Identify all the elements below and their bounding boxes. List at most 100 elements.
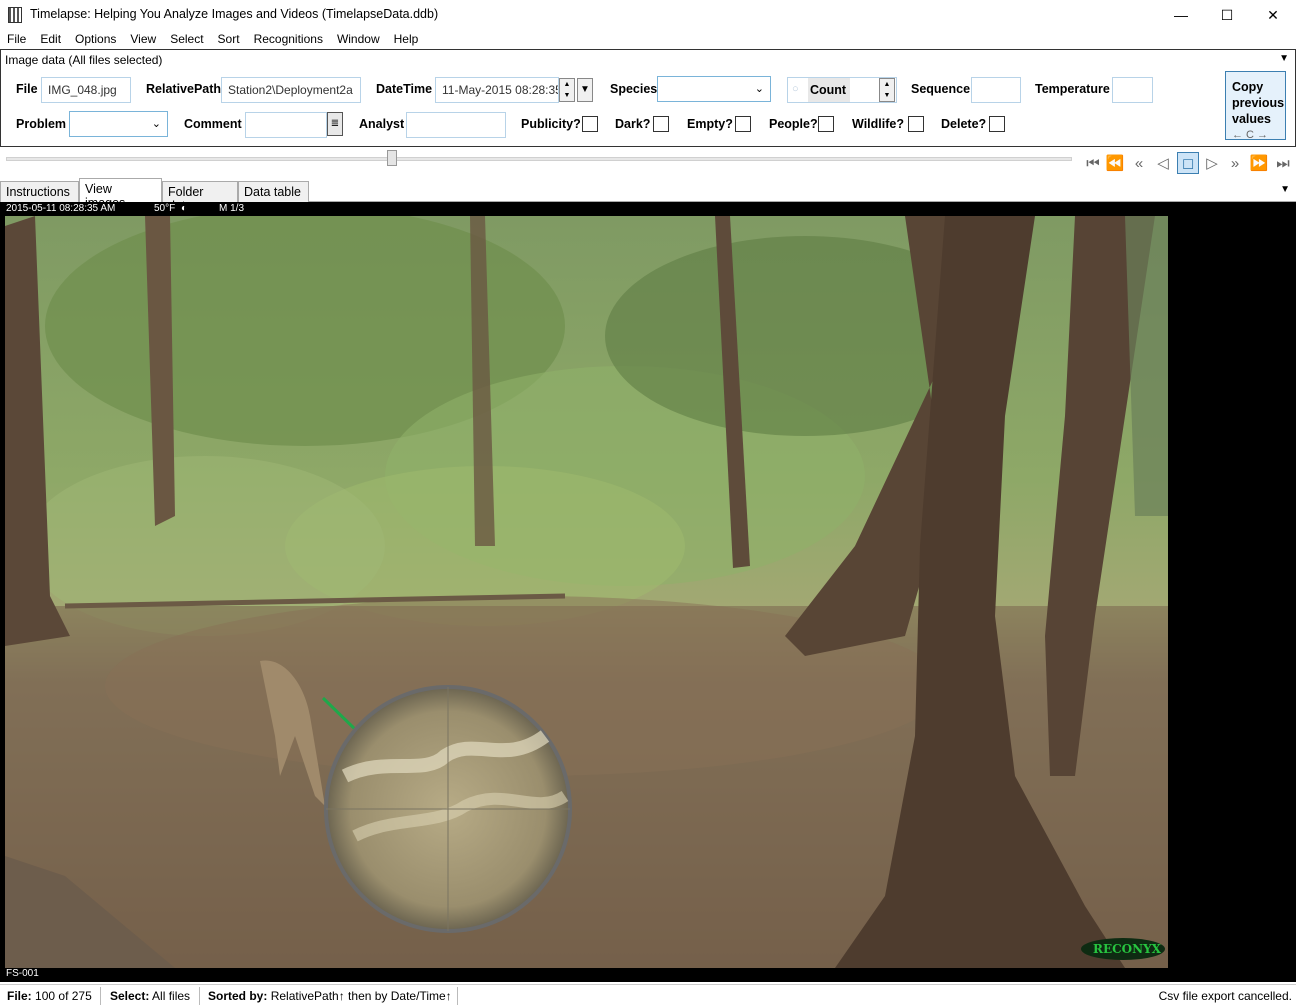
temperature-field[interactable] (1112, 77, 1153, 103)
image-viewer[interactable]: 2015-05-11 08:28:35 AM 50°F ◐ M 1/3 RECO… (0, 202, 1296, 982)
data-panel-title: Image data (All files selected) (5, 53, 163, 67)
status-file: File: 100 of 275 (7, 989, 92, 1003)
tab-view-images[interactable]: View images (79, 178, 162, 210)
delete-checkbox[interactable] (989, 116, 1005, 132)
overlay-camera-id: FS-001 (6, 968, 39, 979)
moon-phase-icon: ◐ (181, 203, 188, 214)
copy-button-line1: Copy (1232, 80, 1264, 94)
tab-bar: Instructions View images Folder data Dat… (0, 178, 1296, 213)
tab-instructions[interactable]: Instructions (0, 181, 79, 203)
file-slider-thumb[interactable] (387, 150, 397, 166)
title-bar: Timelapse: Helping You Analyze Images an… (0, 0, 1296, 30)
datetime-label: DateTime (376, 82, 433, 96)
sequence-label: Sequence (911, 82, 971, 96)
chevron-down-icon[interactable]: ▼ (1279, 53, 1289, 64)
status-file-label: File: (7, 989, 32, 1003)
last-file-icon[interactable]: ⏭ (1272, 152, 1294, 174)
chevron-down-icon: ⌄ (754, 83, 764, 95)
copy-button-hint: ← C → (1232, 129, 1269, 141)
menu-select[interactable]: Select (163, 30, 210, 49)
window-title: Timelapse: Helping You Analyze Images an… (30, 7, 439, 21)
people-checkbox[interactable] (818, 116, 834, 132)
species-label: Species (610, 82, 658, 96)
maximize-button[interactable]: ☐ (1204, 0, 1250, 30)
camera-info-strip: 2015-05-11 08:28:35 AM 50°F ◐ M 1/3 (0, 202, 1168, 216)
problem-dropdown[interactable]: ⌄ (69, 111, 168, 137)
status-file-index: 100 (35, 989, 56, 1003)
datetime-picker-button[interactable]: ▼ (577, 78, 593, 102)
copy-button-line3: values (1232, 112, 1271, 126)
minimize-button[interactable]: — (1158, 0, 1204, 30)
previous-file-icon[interactable]: ◁ (1152, 152, 1174, 174)
overlay-temperature: 50°F (154, 203, 176, 214)
status-select-label: Select: (110, 989, 150, 1003)
count-counter-icon[interactable]: ○ (792, 83, 799, 95)
tab-folder-data[interactable]: Folder data (162, 181, 238, 213)
status-message: Csv file export cancelled. (1158, 989, 1292, 1003)
status-sort: Sorted by: RelativePath↑ then by Date/Ti… (208, 989, 452, 1003)
data-entry-panel: File IMG_048.jpg RelativePath Station2\D… (0, 70, 1296, 147)
dark-checkbox[interactable] (653, 116, 669, 132)
menu-view[interactable]: View (123, 30, 163, 49)
wildlife-checkbox[interactable] (908, 116, 924, 132)
menu-options[interactable]: Options (68, 30, 123, 49)
relpath-label: RelativePath (146, 82, 222, 96)
rewind-icon[interactable]: « (1128, 152, 1150, 174)
tab-data-table[interactable]: Data table (238, 181, 309, 203)
status-bar: File: 100 of 275 Select: All files Sorte… (0, 984, 1296, 1007)
empty-label: Empty? (687, 117, 733, 131)
status-select: Select: All files (110, 989, 190, 1003)
copy-button-line2: previous (1232, 96, 1285, 110)
analyst-field[interactable] (406, 112, 506, 138)
publicity-checkbox[interactable] (582, 116, 598, 132)
tabs-overflow-icon[interactable]: ▼ (1280, 184, 1290, 195)
menu-file[interactable]: File (0, 30, 33, 49)
close-button[interactable]: ✕ (1250, 0, 1296, 30)
count-stepper[interactable]: ▲ ▼ (879, 78, 895, 102)
comment-label: Comment (184, 117, 242, 131)
comment-field[interactable] (245, 112, 327, 138)
status-sorted-value: RelativePath↑ then by Date/Time↑ (270, 989, 452, 1003)
first-file-icon[interactable]: ⏮ (1082, 152, 1104, 174)
delete-label: Delete? (941, 117, 987, 131)
sequence-field[interactable] (971, 77, 1021, 103)
forest-scene-image (5, 216, 1168, 968)
fast-forward-icon[interactable]: » (1224, 152, 1246, 174)
temperature-label: Temperature (1035, 82, 1110, 96)
chevron-down-icon: ⌄ (151, 118, 161, 130)
status-file-total: 275 (71, 989, 92, 1003)
file-label: File (16, 82, 38, 96)
app-icon (8, 7, 22, 23)
menu-bar: File Edit Options View Select Sort Recog… (0, 30, 1296, 49)
comment-notes-icon[interactable]: ≣ (327, 112, 343, 136)
publicity-label: Publicity? (521, 117, 581, 131)
camera-trap-photo[interactable]: RECONYX (5, 216, 1168, 968)
status-divider (457, 987, 458, 1005)
menu-help[interactable]: Help (387, 30, 426, 49)
faster-forward-icon[interactable]: ⏩ (1248, 152, 1270, 174)
menu-window[interactable]: Window (330, 30, 387, 49)
species-dropdown[interactable]: ⌄ (657, 76, 771, 102)
count-label[interactable]: Count (808, 78, 850, 102)
status-divider (199, 987, 200, 1005)
relpath-field[interactable]: Station2\Deployment2a (221, 77, 361, 103)
overlay-sequence: M 1/3 (219, 203, 245, 214)
copy-previous-values-button[interactable]: Copy previous values ← C → (1225, 71, 1286, 141)
menu-edit[interactable]: Edit (33, 30, 68, 49)
fast-rewind-icon[interactable]: ⏪ (1104, 152, 1126, 174)
status-of: of (58, 989, 69, 1003)
wildlife-label: Wildlife? (852, 117, 904, 131)
next-file-icon[interactable]: ▷ (1201, 152, 1223, 174)
problem-label: Problem (16, 117, 67, 131)
menu-recognitions[interactable]: Recognitions (247, 30, 330, 49)
file-slider-track[interactable] (6, 157, 1072, 161)
people-label: People? (769, 117, 818, 131)
empty-checkbox[interactable] (735, 116, 751, 132)
reconyx-logo: RECONYX (1093, 942, 1161, 956)
stop-icon[interactable]: ◻ (1177, 152, 1199, 174)
file-field[interactable]: IMG_048.jpg (41, 77, 131, 103)
datetime-stepper[interactable]: ▲ ▼ (559, 78, 575, 102)
menu-sort[interactable]: Sort (211, 30, 247, 49)
data-panel-header[interactable]: Image data (All files selected) ▼ (0, 49, 1296, 70)
datetime-field[interactable]: 11-May-2015 08:28:35 (435, 77, 559, 103)
